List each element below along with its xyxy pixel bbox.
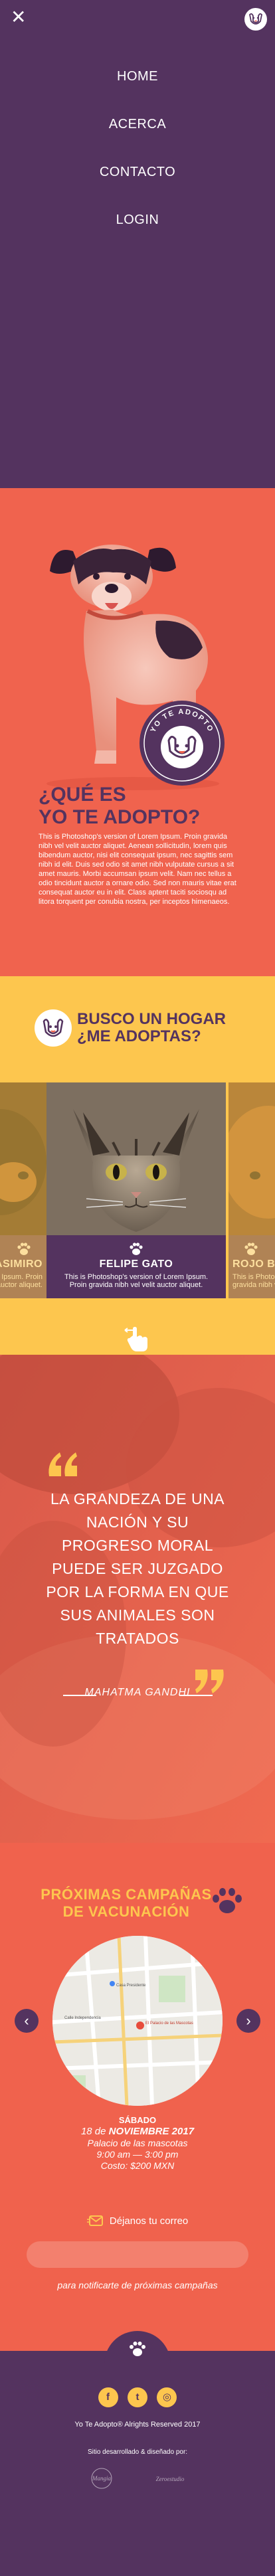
copyright: Yo Te Adopto® Alrights Reserved 2017 [74, 2421, 201, 2429]
swipe-hand-icon [124, 1327, 147, 1351]
paw-icon [130, 2342, 145, 2356]
pet-photo [229, 1082, 275, 1235]
paw-icon [244, 1243, 258, 1255]
campaign-map[interactable]: Casa Presidente El Palacio de las Mascot… [52, 1936, 223, 2106]
yo-te-adopto-seal: YO TE ADOPTO [139, 701, 225, 786]
svg-text:Mangia: Mangia [92, 2475, 111, 2482]
event-time: 9:00 am — 3:00 pm [96, 2149, 179, 2160]
adopt-title-line1: BUSCO UN HOGAR [77, 1010, 227, 1028]
pet-desc: This is Photoshop's version of Lorem Ips… [64, 1273, 209, 1289]
event-cost: Costo: $200 MXN [100, 2160, 175, 2171]
pet-photo [0, 1082, 46, 1235]
social-links: f t ◎ [0, 2387, 275, 2407]
nav-item-acerca[interactable]: ACERCA [0, 117, 275, 165]
quote-text: LA GRANDEZA DE UNA NACIÓN Y SU PROGRESO … [46, 1490, 229, 1647]
quote-section: LA GRANDEZA DE UNA NACIÓN Y SU PROGRESO … [0, 1355, 275, 1843]
pet-name: CASIMIRO [0, 1258, 43, 1270]
dog-logo-icon [35, 1009, 72, 1047]
adopt-title-line2: ¿ME ADOPTAS? [77, 1027, 201, 1045]
map-label: El Palacio de las Mascotas [145, 2021, 193, 2025]
adopt-title: BUSCO UN HOGAR ¿ME ADOPTAS? [77, 1011, 226, 1045]
mangia-logo[interactable]: Mangia [78, 2467, 125, 2490]
mail-note: para notificarte de próximas campañas [57, 2280, 218, 2290]
about-body: This is Photoshop's version of Lorem Ips… [39, 833, 236, 906]
svg-text:Zeroestudio: Zeroestudio [156, 2476, 185, 2482]
adopt-section: BUSCO UN HOGAR ¿ME ADOPTAS? CASIMIRO Thi… [0, 976, 275, 1355]
pet-name: FELIPE GATO [99, 1258, 173, 1270]
mail-label: Déjanos tu correo [109, 2215, 189, 2227]
envelope-icon [86, 2215, 103, 2226]
next-arrow-button[interactable]: › [236, 2009, 260, 2033]
pet-name: ROJO BENITO [232, 1258, 275, 1270]
nav-item-contacto[interactable]: CONTACTO [0, 165, 275, 213]
twitter-icon[interactable]: t [128, 2387, 147, 2407]
pet-card[interactable]: CASIMIRO This is Photoshop's version of … [0, 1082, 46, 1298]
zeroestudio-logo[interactable]: Zeroestudio [143, 2467, 197, 2490]
instagram-icon[interactable]: ◎ [157, 2387, 177, 2407]
nav-list: HOME ACERCA CONTACTO LOGIN [0, 69, 275, 260]
event-info: SÁBADO 18 de NOVIEMBRE 2017 Palacio de l… [0, 2115, 275, 2172]
pet-photo [46, 1082, 226, 1235]
nav-item-home[interactable]: HOME [0, 69, 275, 117]
quote-author: MAHATMA GANDHI [84, 1687, 191, 1698]
pet-card[interactable]: FELIPE GATO This is Photoshop's version … [46, 1082, 226, 1298]
event-place: Palacio de las mascotas [87, 2138, 188, 2148]
map-label: Calle Independencia [64, 2016, 101, 2020]
facebook-icon[interactable]: f [98, 2387, 118, 2407]
dog-logo-icon[interactable] [244, 8, 267, 31]
credit-logos: Mangia Zeroestudio [0, 2467, 275, 2493]
mail-row: Déjanos tu correo [0, 2215, 275, 2227]
campaigns-section: PRÓXIMAS CAMPAÑAS DE VACUNACIÓN Casa Pre… [0, 1843, 275, 2351]
nav-menu: ✕ HOME ACERCA CONTACTO LOGIN [0, 0, 275, 488]
pet-card[interactable]: ROJO BENITO This is Photoshop's version … [229, 1082, 275, 1298]
event-date: 18 de NOVIEMBRE 2017 [80, 2126, 195, 2137]
footer: f t ◎ Yo Te Adopto® Alrights Reserved 20… [0, 2331, 275, 2573]
quote-open-icon [48, 1452, 77, 1476]
close-icon[interactable]: ✕ [11, 8, 31, 28]
pet-carousel[interactable]: CASIMIRO This is Photoshop's version of … [0, 1082, 275, 1298]
paw-icon [130, 1243, 143, 1255]
about-section: YO TE ADOPTO ¿QUÉ ES YO TE ADOPTO? This … [0, 488, 275, 976]
nav-item-login[interactable]: LOGIN [0, 213, 275, 260]
credit-text: Sitio desarrollado & diseñado por: [87, 2448, 188, 2456]
map-label: Casa Presidente [116, 1984, 146, 1988]
prev-arrow-button[interactable]: ‹ [15, 2009, 39, 2033]
email-field[interactable] [27, 2241, 248, 2268]
about-title-line2: YO TE ADOPTO? [39, 806, 201, 828]
about-title-line1: ¿QUÉ ES [39, 784, 126, 806]
paw-icon [17, 1243, 31, 1255]
event-day: SÁBADO [118, 2115, 157, 2125]
about-title: ¿QUÉ ES YO TE ADOPTO? [39, 784, 200, 829]
pet-desc: This is Photoshop's version of Lorem Ips… [0, 1273, 43, 1289]
pet-desc: This is Photoshop's version of Lorem Ips… [232, 1273, 275, 1289]
paw-icon [213, 1888, 242, 1913]
